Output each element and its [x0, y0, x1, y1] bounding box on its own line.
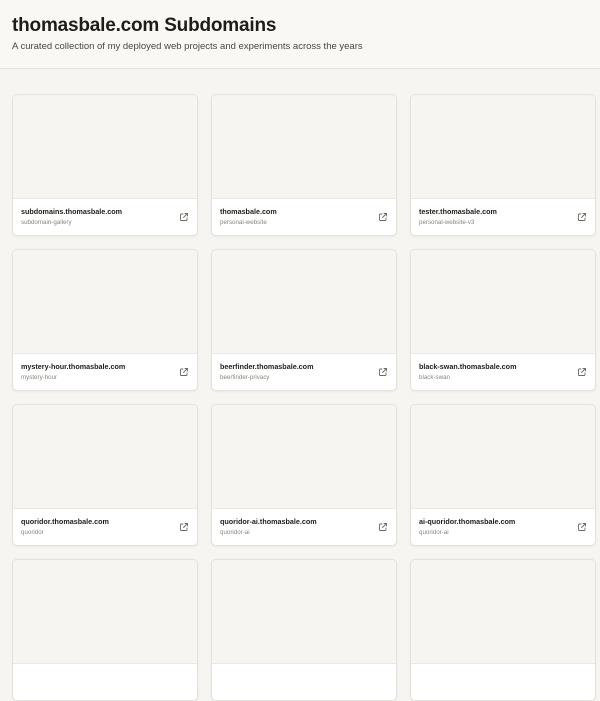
card-preview[interactable]: [13, 95, 197, 199]
subdomain-card[interactable]: [211, 559, 397, 701]
card-preview[interactable]: [411, 405, 595, 509]
subdomain-card[interactable]: black-swan.thomasbale.com black-swan: [410, 249, 596, 391]
card-preview[interactable]: [13, 250, 197, 354]
card-domain[interactable]: quoridor.thomasbale.com: [21, 517, 171, 526]
subdomain-card[interactable]: mystery-hour.thomasbale.com mystery-hour: [12, 249, 198, 391]
external-link-icon[interactable]: [577, 212, 587, 222]
subdomain-card[interactable]: ai-quoridor.thomasbale.com quoridor-ai: [410, 404, 596, 546]
card-preview[interactable]: [212, 405, 396, 509]
card-slug: personal-website: [220, 219, 267, 226]
card-info: mystery-hour.thomasbale.com mystery-hour: [21, 362, 171, 382]
card-domain[interactable]: mystery-hour.thomasbale.com: [21, 362, 171, 371]
card-preview[interactable]: [411, 250, 595, 354]
subdomain-card[interactable]: quoridor-ai.thomasbale.com quoridor-ai: [211, 404, 397, 546]
card-domain[interactable]: beerfinder.thomasbale.com: [220, 362, 370, 371]
card-slug: quoridor-ai: [419, 529, 449, 536]
external-link-icon[interactable]: [179, 367, 189, 377]
card-preview[interactable]: [411, 560, 595, 664]
subdomain-card[interactable]: tester.thomasbale.com personal-website-v…: [410, 94, 596, 236]
card-info: quoridor.thomasbale.com quoridor: [21, 517, 171, 537]
card-preview[interactable]: [212, 560, 396, 664]
card-slug: quoridor: [21, 529, 44, 536]
external-link-icon[interactable]: [577, 367, 587, 377]
page-subtitle: A curated collection of my deployed web …: [12, 41, 363, 52]
external-link-icon[interactable]: [179, 212, 189, 222]
card-slug: black-swan: [419, 374, 450, 381]
page-header: thomasbale.com Subdomains A curated coll…: [0, 0, 600, 69]
card-info: tester.thomasbale.com personal-website-v…: [419, 207, 569, 227]
external-link-icon[interactable]: [577, 522, 587, 532]
card-slug: mystery-hour: [21, 374, 58, 381]
external-link-icon[interactable]: [378, 367, 388, 377]
card-slug: subdomain-gallery: [21, 219, 72, 226]
external-link-icon[interactable]: [179, 522, 189, 532]
subdomain-card[interactable]: [12, 559, 198, 701]
card-domain[interactable]: black-swan.thomasbale.com: [419, 362, 569, 371]
card-domain[interactable]: subdomains.thomasbale.com: [21, 207, 171, 216]
card-info: quoridor-ai.thomasbale.com quoridor-ai: [220, 517, 370, 537]
subdomain-card[interactable]: [410, 559, 596, 701]
subdomain-card[interactable]: thomasbale.com personal-website: [211, 94, 397, 236]
card-preview[interactable]: [212, 95, 396, 199]
card-preview[interactable]: [13, 405, 197, 509]
card-domain[interactable]: tester.thomasbale.com: [419, 207, 569, 216]
card-slug: quoridor-ai: [220, 529, 250, 536]
subdomain-card[interactable]: subdomains.thomasbale.com subdomain-gall…: [12, 94, 198, 236]
card-domain[interactable]: thomasbale.com: [220, 207, 370, 216]
card-preview[interactable]: [212, 250, 396, 354]
card-info: black-swan.thomasbale.com black-swan: [419, 362, 569, 382]
card-slug: personal-website-v3: [419, 219, 475, 226]
external-link-icon[interactable]: [378, 212, 388, 222]
card-preview[interactable]: [13, 560, 197, 664]
card-info: beerfinder.thomasbale.com beerfinder-pri…: [220, 362, 370, 382]
card-info: ai-quoridor.thomasbale.com quoridor-ai: [419, 517, 569, 537]
card-domain[interactable]: quoridor-ai.thomasbale.com: [220, 517, 370, 526]
card-domain[interactable]: ai-quoridor.thomasbale.com: [419, 517, 569, 526]
subdomain-grid: subdomains.thomasbale.com subdomain-gall…: [12, 94, 596, 701]
subdomain-card[interactable]: beerfinder.thomasbale.com beerfinder-pri…: [211, 249, 397, 391]
subdomain-card[interactable]: quoridor.thomasbale.com quoridor: [12, 404, 198, 546]
external-link-icon[interactable]: [378, 522, 388, 532]
card-info: thomasbale.com personal-website: [220, 207, 370, 227]
card-slug: beerfinder-privacy: [220, 374, 270, 381]
card-info: subdomains.thomasbale.com subdomain-gall…: [21, 207, 171, 227]
page-title: thomasbale.com Subdomains: [12, 15, 277, 36]
card-preview[interactable]: [411, 95, 595, 199]
